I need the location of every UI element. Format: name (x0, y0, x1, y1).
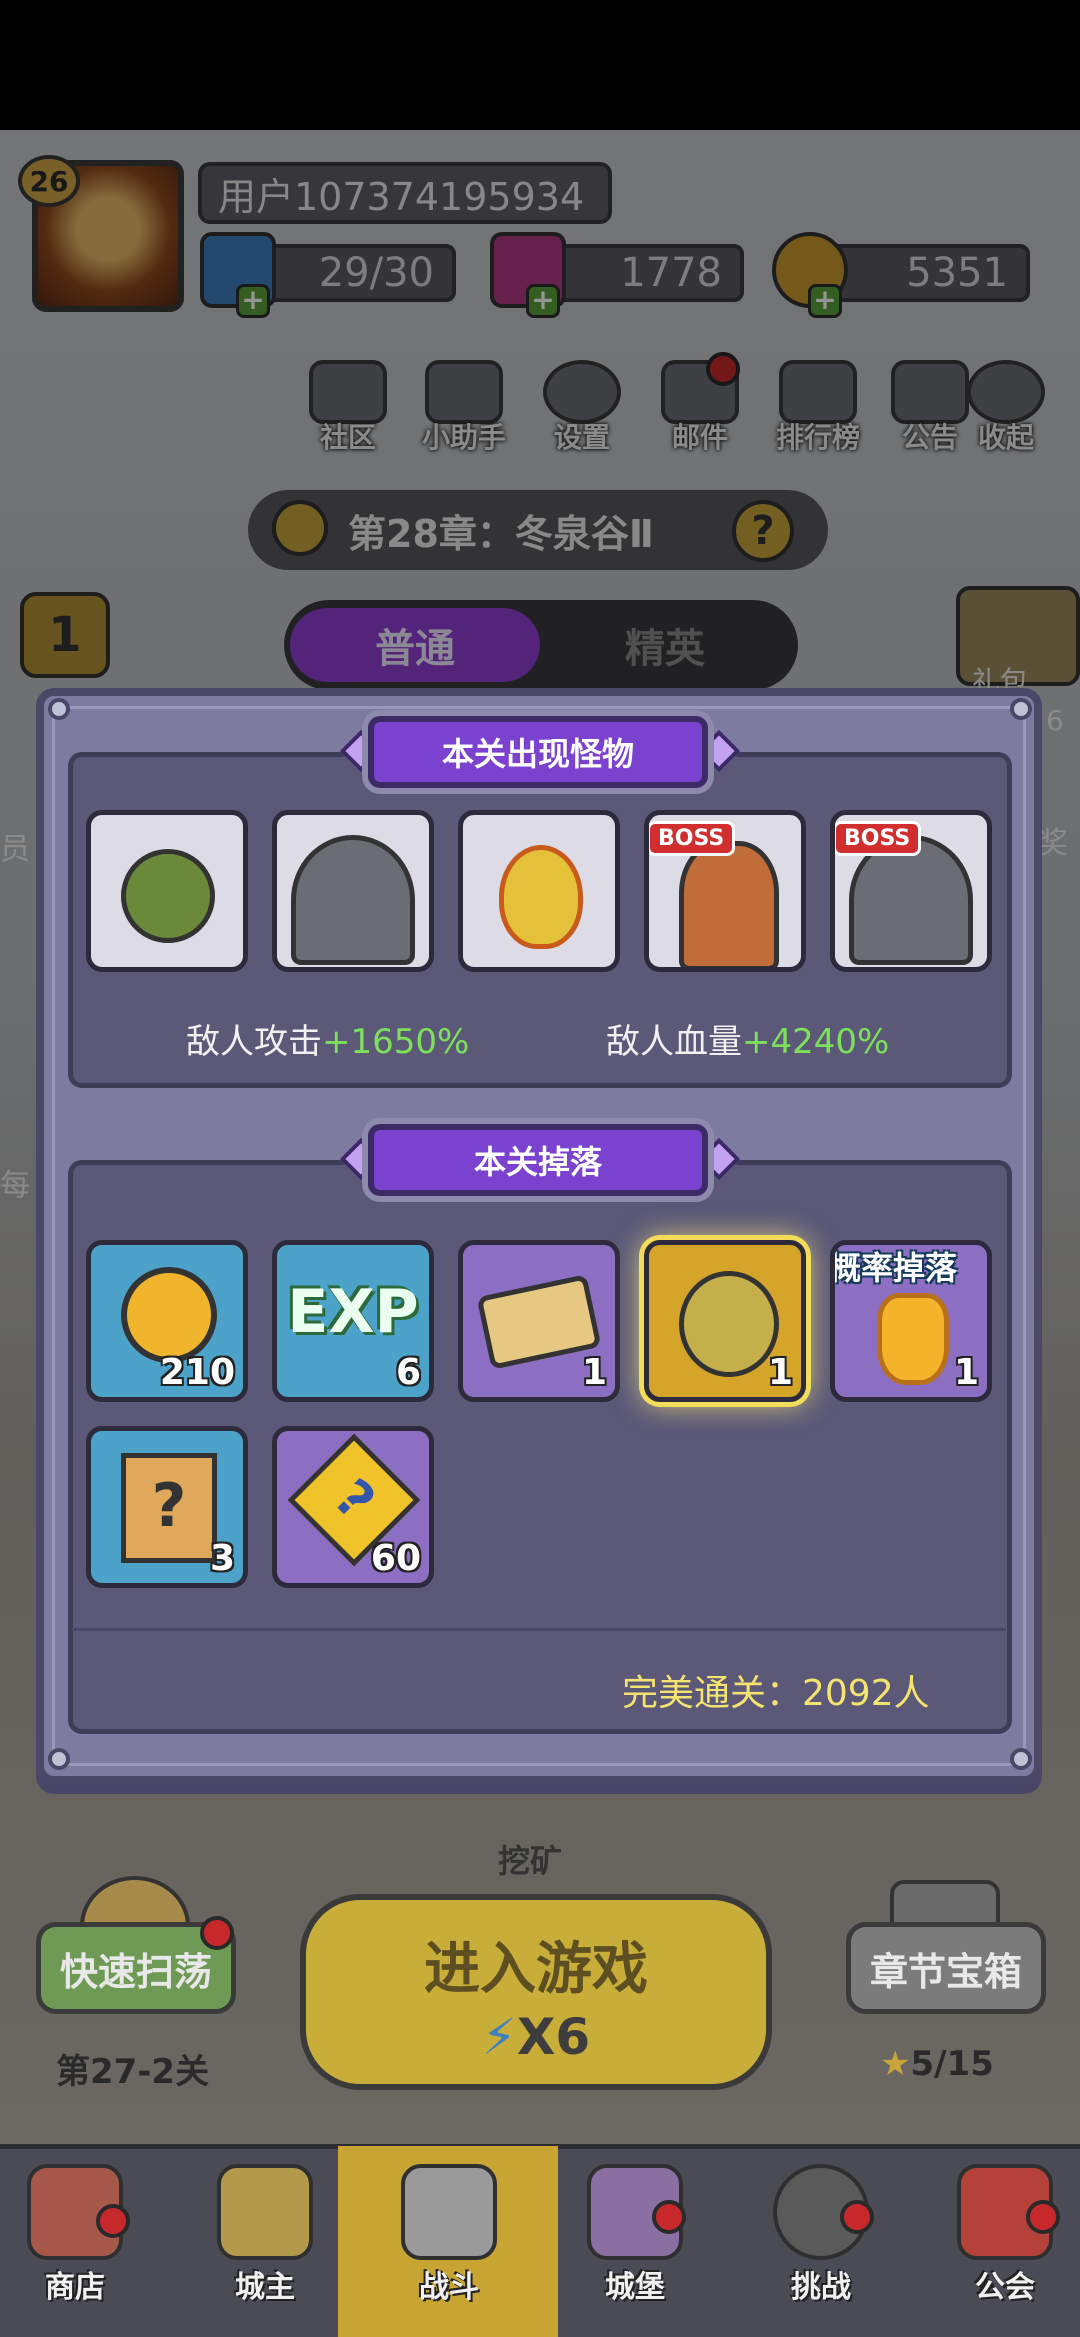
nav-shop[interactable]: 商店 (0, 2164, 150, 2324)
rivet-icon (1010, 1748, 1032, 1770)
enter-game-cost: ⚡X6 (306, 2008, 766, 2066)
status-bar (0, 0, 1080, 130)
enemy-attack-stat: 敌人攻击+1650% (186, 1014, 469, 1063)
shop-notification-dot (96, 2204, 130, 2238)
drop-qty: 1 (581, 1352, 607, 1393)
star-icon: ★ (880, 2044, 911, 2084)
fire-spirit-icon (499, 845, 583, 949)
drop-card-mystery-bag[interactable]: 1 (644, 1240, 806, 1402)
drop-card-gold[interactable]: 210 (86, 1240, 248, 1402)
monster-card-armored-knight-boss[interactable]: BOSS (830, 810, 992, 972)
mystery-gem-bag-icon (679, 1271, 779, 1377)
drop-qty: 60 (370, 1538, 421, 1579)
enter-game-label: 进入游戏 (424, 1937, 648, 2002)
drop-qty: 1 (767, 1352, 793, 1393)
swords-icon (401, 2164, 497, 2260)
rivet-icon (48, 1748, 70, 1770)
rivet-icon (48, 698, 70, 720)
monsters-title: 本关出现怪物 (368, 716, 708, 788)
drop-card-exp[interactable]: EXP 6 (272, 1240, 434, 1402)
enter-game-button[interactable]: 进入游戏 ⚡X6 (300, 1894, 772, 2090)
nav-castle[interactable]: 城堡 (560, 2164, 710, 2324)
drop-qty: 1 (953, 1352, 979, 1393)
monster-card-armored-knight[interactable] (272, 810, 434, 972)
green-ghost-icon (121, 849, 215, 943)
exp-icon: EXP (287, 1277, 419, 1347)
mystery-scroll-icon: ? (121, 1453, 217, 1563)
probability-drop-tag: 概率掉落 (830, 1249, 958, 1287)
monster-card-fire-spirit[interactable] (458, 810, 620, 972)
enter-cost-value: X6 (516, 2008, 591, 2066)
elf-archer-icon (679, 841, 779, 967)
drop-card-mystery-scroll[interactable]: ? 3 (86, 1426, 248, 1588)
monster-card-elf-archer-boss[interactable]: BOSS (644, 810, 806, 972)
rivet-icon (1010, 698, 1032, 720)
enemy-hp-stat: 敌人血量+4240% (606, 1014, 889, 1063)
quick-sweep-stage: 第27-2关 (56, 2052, 210, 2092)
boss-tag: BOSS (835, 821, 922, 856)
drop-qty: 6 (395, 1352, 421, 1393)
drop-qty: 210 (159, 1352, 235, 1393)
gold-coin-icon (121, 1267, 217, 1363)
chest-stars-value: 5/15 (910, 2044, 994, 2084)
nav-guild[interactable]: 公会 (930, 2164, 1080, 2324)
mining-label: 挖矿 (498, 1842, 563, 1880)
drop-card-fire-crystal[interactable]: 概率掉落 1 (830, 1240, 992, 1402)
fire-crystal-icon (877, 1293, 949, 1385)
enemy-hp-value: +4240% (742, 1022, 890, 1062)
drop-qty: 3 (209, 1538, 235, 1579)
chest-stars: ★5/15 (880, 2044, 994, 2084)
challenge-notification-dot (840, 2200, 874, 2234)
drop-card-puzzle-piece[interactable]: ? 60 (272, 1426, 434, 1588)
nav-lord[interactable]: 城主 (190, 2164, 340, 2324)
boss-tag: BOSS (649, 821, 736, 856)
quick-sweep-notification-dot (200, 1916, 234, 1950)
enemy-attack-value: +1650% (322, 1022, 470, 1062)
perfect-clear-count: 完美通关：2092人 (622, 1673, 930, 1714)
divider (72, 1628, 1006, 1631)
drop-card-crown-ticket[interactable]: 1 (458, 1240, 620, 1402)
chapter-chest-button[interactable]: 章节宝箱 (846, 1922, 1046, 2014)
crown-icon (217, 2164, 313, 2260)
castle-notification-dot (652, 2200, 686, 2234)
energy-icon: ⚡ (481, 2008, 517, 2066)
drops-title: 本关掉落 (368, 1124, 708, 1196)
nav-battle[interactable]: 战斗 (374, 2164, 524, 2324)
monster-card-green-ghost[interactable] (86, 810, 248, 972)
nav-challenge[interactable]: 挑战 (746, 2164, 896, 2324)
armored-knight-icon (291, 835, 415, 965)
enemy-hp-label: 敌人血量 (606, 1022, 742, 1062)
enemy-attack-label: 敌人攻击 (186, 1022, 322, 1062)
guild-notification-dot (1026, 2200, 1060, 2234)
